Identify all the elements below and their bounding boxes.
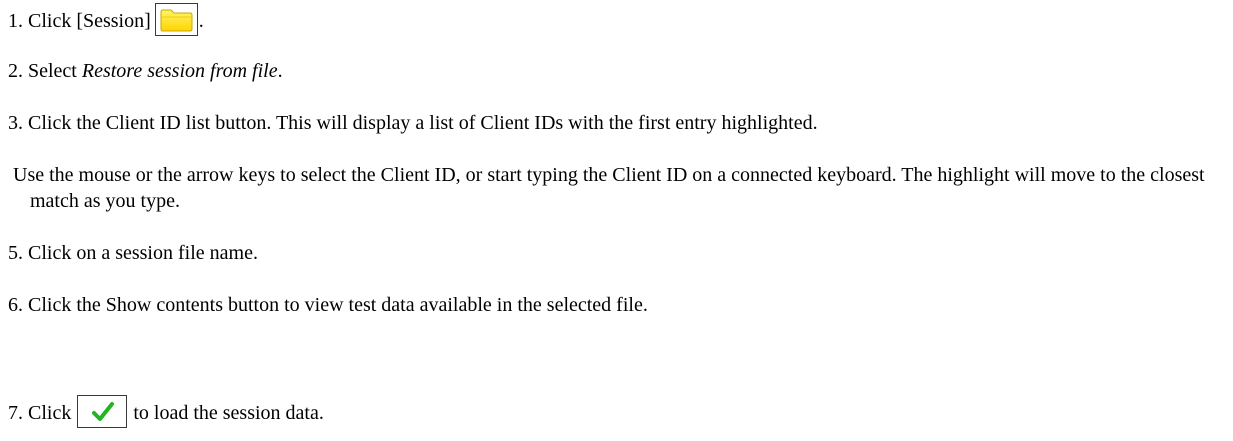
step-number: 5.	[8, 242, 23, 264]
step-text: Click on a session file name.	[28, 242, 258, 264]
step-number: 6.	[8, 294, 23, 316]
step-text: Click	[28, 402, 72, 425]
step-number: 3.	[8, 112, 23, 134]
step-7: 7. Click to load the session data.	[8, 395, 324, 431]
step-6: 6. Click the Show contents button to vie…	[8, 292, 648, 318]
step-4: 4. Use the mouse or the arrow keys to se…	[0, 162, 1233, 214]
step-text: Use the mouse or the arrow keys to selec…	[13, 164, 1205, 212]
step-2: 2. Select Restore session from file.	[8, 58, 283, 84]
step-text-end: .	[277, 60, 283, 82]
step-3: 3. Click the Client ID list button. This…	[8, 110, 818, 136]
session-folder-button[interactable]	[154, 3, 198, 36]
step-text: Click [Session]	[28, 10, 151, 33]
step-text-end: .	[198, 10, 204, 33]
step-number: 2.	[8, 60, 23, 82]
step-text: Click the Show contents button to view t…	[28, 294, 648, 316]
step-1: 1. Click [Session] .	[8, 3, 204, 39]
step-text: Select	[28, 60, 77, 82]
step-text-end: to load the session data.	[133, 402, 324, 425]
step-number: 1.	[8, 10, 23, 33]
menu-option-restore-session: Restore session from file	[81, 60, 278, 82]
step-5: 5. Click on a session file name.	[8, 240, 258, 266]
confirm-load-button[interactable]	[77, 395, 128, 428]
step-text: Click the Client ID list button. This wi…	[28, 112, 818, 134]
step-number: 7.	[8, 402, 23, 425]
